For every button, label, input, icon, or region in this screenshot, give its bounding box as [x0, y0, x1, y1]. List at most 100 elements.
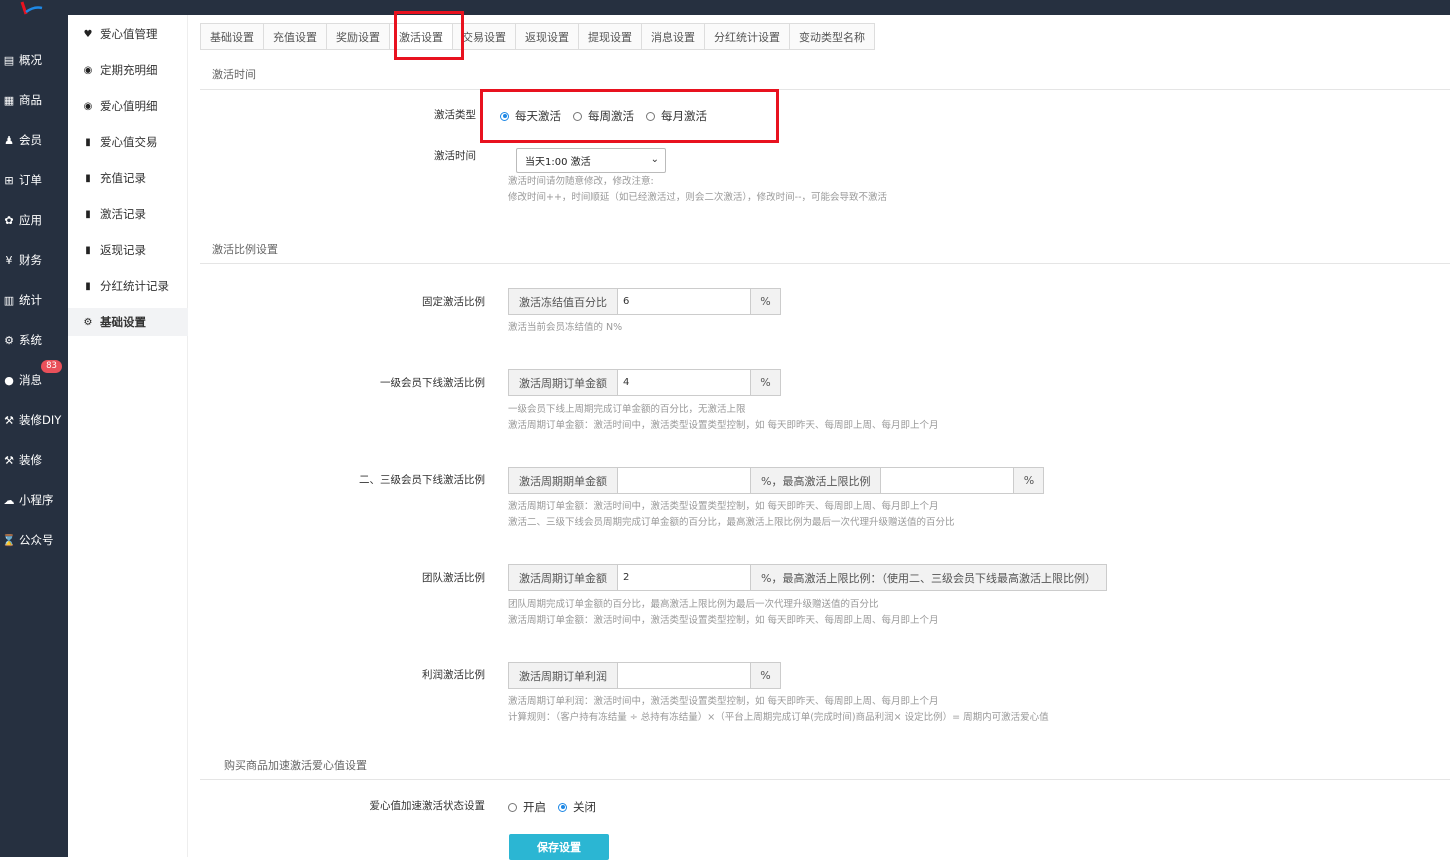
activation-type-label: 激活类型	[434, 109, 476, 121]
rail-item-decor-diy[interactable]: ⚒ 装修DIY	[0, 409, 68, 431]
rail-item-overview[interactable]: ▤ 概况	[0, 49, 68, 71]
activation-time-select[interactable]: 当天1:00 激活 ⌄	[516, 148, 666, 173]
activation-time-help: 激活时间请勿随意修改，修改注意: 修改时间++，时间顺延（如已经激活过，则会二次…	[508, 176, 888, 203]
cart-icon: ⊞	[4, 173, 14, 187]
fixed-ratio-help: 激活当前会员冻结值的 N%	[508, 322, 623, 333]
level23-ratio-label: 二、三级会员下线激活比例	[359, 474, 485, 486]
percent-addon: %	[750, 288, 781, 315]
fixed-ratio-input[interactable]: 6	[618, 288, 750, 315]
level1-ratio-input[interactable]: 4	[618, 369, 750, 396]
tab-cashback[interactable]: 返现设置	[515, 23, 578, 50]
profit-ratio-input-group: 激活周期订单利润 %	[508, 662, 781, 689]
document-icon: ▮	[85, 244, 91, 256]
tab-reward[interactable]: 奖励设置	[326, 23, 389, 50]
fixed-ratio-label: 固定激活比例	[422, 296, 485, 308]
percent-addon: %	[1013, 467, 1045, 494]
divider	[200, 89, 1450, 90]
tab-change-type-name[interactable]: 变动类型名称	[789, 23, 875, 50]
accelerate-radio-group: 开启 关闭	[508, 799, 608, 815]
level1-ratio-input-group: 激活周期订单金额 4 %	[508, 369, 781, 396]
wechat-icon: ☁	[3, 493, 15, 507]
subnav-item-love-detail[interactable]: ◉ 爱心值明细	[68, 92, 188, 120]
subnav-item-activation-record[interactable]: ▮ 激活记录	[68, 200, 188, 228]
rail-item-decor[interactable]: ⚒ 装修	[0, 449, 68, 471]
tab-message[interactable]: 消息设置	[641, 23, 704, 50]
radio-checked-icon	[558, 802, 567, 812]
circle-heart-icon: ◉	[83, 100, 93, 112]
tab-basic[interactable]: 基础设置	[200, 23, 263, 50]
rail-item-finance[interactable]: ¥ 财务	[0, 249, 68, 271]
section-title-activation-time: 激活时间	[212, 68, 256, 81]
subnav-item-recharge-detail[interactable]: ◉ 定期充明细	[68, 56, 188, 84]
team-ratio-label: 团队激活比例	[422, 572, 485, 584]
profit-ratio-help: 激活周期订单利润：激活时间中，激活类型设置类型控制，如 每天即昨天、每周即上周、…	[508, 696, 1049, 723]
profit-ratio-addon: 激活周期订单利润	[508, 662, 618, 689]
subnav-item-love-trade[interactable]: ▮ 爱心值交易	[68, 128, 188, 156]
dashboard-icon: ▤	[3, 53, 15, 67]
level1-ratio-help: 一级会员下线上周期完成订单金额的百分比，无激活上限 激活周期订单金额：激活时间中…	[508, 404, 939, 431]
level1-ratio-addon: 激活周期订单金额	[508, 369, 618, 396]
apps-icon: ✿	[4, 213, 14, 227]
percent-addon: %	[750, 662, 781, 689]
rail-item-official-account[interactable]: ⌛ 公众号	[0, 529, 68, 551]
chevron-down-icon: ⌄	[650, 154, 659, 165]
gears-icon: ⚙	[4, 333, 14, 347]
profit-ratio-label: 利润激活比例	[422, 669, 485, 681]
goods-icon: ▦	[3, 93, 15, 107]
document-icon: ▮	[85, 136, 91, 148]
subnav-item-recharge-record[interactable]: ▮ 充值记录	[68, 164, 188, 192]
activation-time-label: 激活时间	[434, 150, 476, 162]
profit-ratio-input[interactable]	[618, 662, 750, 689]
subnav-item-dividend-record[interactable]: ▮ 分红统计记录	[68, 272, 188, 300]
main-sidebar: ▤ 概况 ▦ 商品 ♟ 会员 ⊞ 订单 ✿ 应用 ¥ 财务 ▥ 统计 ⚙ 系统 ● 消息 83 ⚒…	[0, 0, 68, 857]
section-title-accelerate: 购买商品加速激活爱心值设置	[224, 759, 367, 772]
level23-max-input[interactable]	[881, 467, 1014, 494]
rail-item-goods[interactable]: ▦ 商品	[0, 89, 68, 111]
divider	[200, 779, 1450, 780]
team-max-addon: %，最高激活上限比例：（使用二、三级会员下线最高激活上限比例）	[750, 564, 1107, 591]
rail-item-miniapp[interactable]: ☁ 小程序	[0, 489, 68, 511]
rail-item-system[interactable]: ⚙ 系统	[0, 329, 68, 351]
brand-logo	[20, 1, 43, 15]
chat-icon: ●	[4, 373, 14, 387]
subnav-item-cashback-record[interactable]: ▮ 返现记录	[68, 236, 188, 264]
document-icon: ▮	[85, 280, 91, 292]
highlight-box-tab	[394, 11, 464, 60]
tab-withdraw[interactable]: 提现设置	[578, 23, 641, 50]
level23-ratio-help: 激活周期订单金额：激活时间中，激活类型设置类型控制，如 每天即昨天、每周即上周、…	[508, 501, 955, 528]
tab-recharge[interactable]: 充值设置	[263, 23, 326, 50]
level1-ratio-label: 一级会员下线激活比例	[380, 377, 485, 389]
team-ratio-help: 团队周期完成订单金额的百分比，最高激活上限比例为最后一次代理升级赠送值的百分比 …	[508, 599, 939, 626]
radio-on[interactable]: 开启	[508, 799, 546, 815]
level23-ratio-input[interactable]	[618, 467, 750, 494]
divider	[200, 263, 1450, 264]
radio-off[interactable]: 关闭	[558, 799, 596, 815]
fixed-ratio-input-group: 激活冻结值百分比 6 %	[508, 288, 781, 315]
team-ratio-addon: 激活周期订单金额	[508, 564, 618, 591]
rail-item-stats[interactable]: ▥ 统计	[0, 289, 68, 311]
document-icon: ▮	[85, 172, 91, 184]
hourglass-icon: ⌛	[2, 533, 16, 547]
team-ratio-input-group: 激活周期订单金额 2 %，最高激活上限比例：（使用二、三级会员下线最高激活上限比…	[508, 564, 1107, 591]
subnav-item-basic-settings[interactable]: ⚙ 基础设置	[68, 308, 188, 336]
highlight-box-radio	[480, 89, 779, 143]
rail-item-orders[interactable]: ⊞ 订单	[0, 169, 68, 191]
percent-addon: %	[750, 369, 781, 396]
document-icon: ▮	[85, 208, 91, 220]
rail-item-members[interactable]: ♟ 会员	[0, 129, 68, 151]
team-ratio-input[interactable]: 2	[618, 564, 750, 591]
level23-ratio-input-group: 激活周期期单金额 %，最高激活上限比例 %	[508, 467, 1045, 494]
hammer-icon: ⚒	[4, 453, 14, 467]
tab-dividend[interactable]: 分红统计设置	[704, 23, 789, 50]
circle-dot-icon: ◉	[83, 64, 93, 76]
yen-icon: ¥	[5, 253, 13, 267]
rail-item-apps[interactable]: ✿ 应用	[0, 209, 68, 231]
heart-icon: ♥	[83, 28, 93, 40]
subnav-item-love-manage[interactable]: ♥ 爱心值管理	[68, 20, 188, 48]
gears-icon: ⚙	[83, 316, 93, 328]
save-button[interactable]: 保存设置	[509, 834, 609, 860]
settings-tabs: 基础设置 充值设置 奖励设置 激活设置 交易设置 返现设置 提现设置 消息设置 …	[200, 23, 875, 50]
radio-unchecked-icon	[508, 802, 517, 812]
level23-ratio-addon: 激活周期期单金额	[508, 467, 618, 494]
users-icon: ♟	[4, 133, 14, 147]
